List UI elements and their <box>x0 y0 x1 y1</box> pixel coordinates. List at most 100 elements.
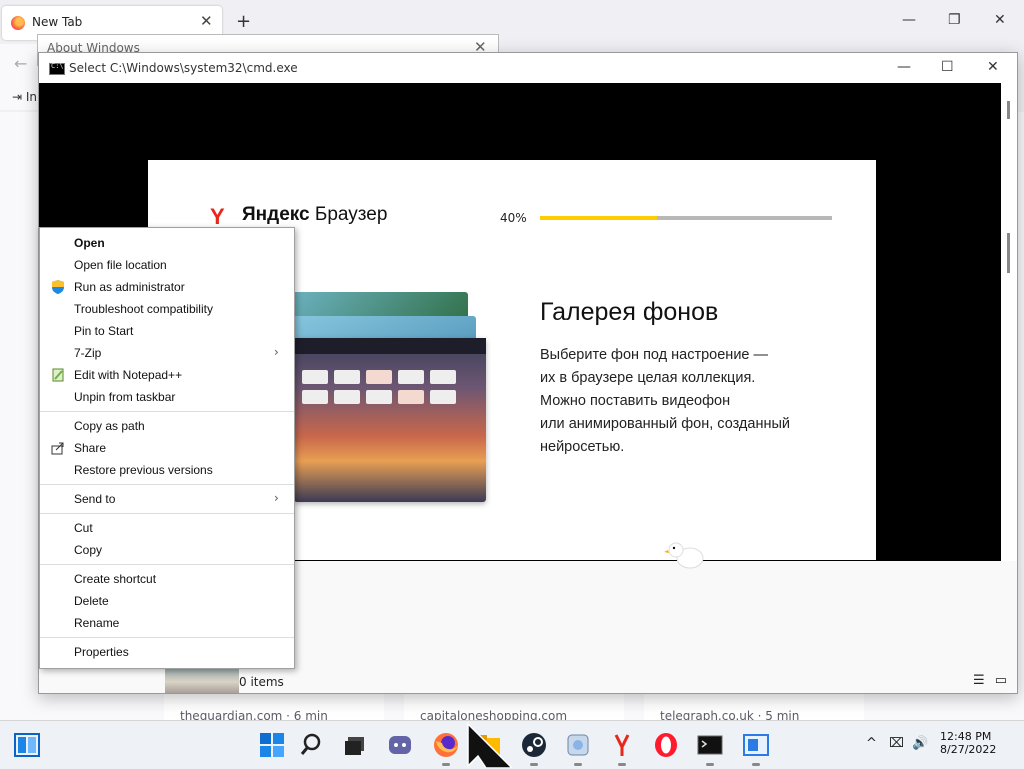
clock-date: 8/27/2022 <box>940 743 997 756</box>
preview-tile <box>430 370 456 384</box>
widgets-icon[interactable] <box>14 733 40 757</box>
chevron-right-icon: › <box>274 345 279 359</box>
tab-title: New Tab <box>32 15 83 29</box>
running-indicator <box>574 763 582 766</box>
shield-icon <box>52 280 64 294</box>
description-line: нейросетью. <box>540 439 625 455</box>
menu-item-copy-as-path[interactable]: Copy as path <box>40 415 294 437</box>
close-button[interactable]: ✕ <box>994 12 1006 28</box>
import-icon: ⇥ <box>12 90 23 104</box>
preview-toolbar <box>294 338 486 354</box>
scroll-thumb[interactable] <box>1007 101 1010 119</box>
cmd-minimize-button[interactable]: — <box>897 59 911 75</box>
menu-item-7zip[interactable]: 7-Zip › <box>40 342 294 364</box>
menu-item-delete[interactable]: Delete <box>40 590 294 612</box>
running-indicator <box>530 763 538 766</box>
description-line: их в браузере целая коллекция. <box>540 370 756 386</box>
menu-item-properties[interactable]: Properties <box>40 641 294 663</box>
preview-tile <box>398 390 424 404</box>
notepad-icon <box>52 368 64 382</box>
menu-separator <box>40 484 294 485</box>
app-window-icon[interactable] <box>740 729 772 761</box>
new-tab-button[interactable]: + <box>236 11 251 32</box>
running-indicator <box>442 763 450 766</box>
preview-tile <box>430 390 456 404</box>
running-indicator <box>752 763 760 766</box>
yandex-icon[interactable] <box>606 729 638 761</box>
scroll-thumb[interactable] <box>1007 233 1010 273</box>
progress-percent: 40% <box>500 211 527 225</box>
chevron-up-icon[interactable]: ^ <box>866 736 877 751</box>
chat-icon[interactable] <box>384 729 416 761</box>
description-line: или анимированный фон, созданный <box>540 416 790 432</box>
minimize-button[interactable]: — <box>902 12 916 28</box>
menu-item-send-to[interactable]: Send to › <box>40 488 294 510</box>
taskbar: ^ ⌧ 🔊 12:48 PM 8/27/2022 <box>0 720 1024 769</box>
menu-item-troubleshoot[interactable]: Troubleshoot compatibility <box>40 298 294 320</box>
brand-rest: Браузер <box>314 204 388 225</box>
clock[interactable]: 12:48 PM 8/27/2022 <box>940 730 997 756</box>
menu-item-rename[interactable]: Rename <box>40 612 294 634</box>
preview-tile <box>302 370 328 384</box>
context-menu: Open Open file location Run as administr… <box>39 227 295 669</box>
menu-item-notepadpp[interactable]: Edit with Notepad++ <box>40 364 294 386</box>
menu-item-restore-versions[interactable]: Restore previous versions <box>40 459 294 481</box>
preview-tile <box>302 390 328 404</box>
cmd-icon[interactable] <box>694 729 726 761</box>
progress-fill <box>540 216 657 220</box>
firefox-favicon-icon <box>11 16 25 30</box>
task-view-icon[interactable] <box>340 729 372 761</box>
tiles-view-icon[interactable]: ▭ <box>995 673 1007 688</box>
menu-separator <box>40 564 294 565</box>
back-arrow-icon[interactable]: ← <box>14 54 27 73</box>
network-icon[interactable]: ⌧ <box>889 736 904 751</box>
menu-separator <box>40 637 294 638</box>
menu-item-cut[interactable]: Cut <box>40 517 294 539</box>
tab-close-icon[interactable]: ✕ <box>200 12 213 30</box>
menu-item-unpin-taskbar[interactable]: Unpin from taskbar <box>40 386 294 408</box>
maximize-button[interactable]: ❐ <box>948 12 961 28</box>
menu-item-copy[interactable]: Copy <box>40 539 294 561</box>
menu-item-create-shortcut[interactable]: Create shortcut <box>40 568 294 590</box>
view-buttons: ☰ ▭ <box>973 673 1007 688</box>
page-title: Галерея фонов <box>540 298 719 326</box>
menu-item-run-as-admin[interactable]: Run as administrator <box>40 276 294 298</box>
cmd-close-button[interactable]: ✕ <box>987 59 999 75</box>
volume-icon[interactable]: 🔊 <box>912 736 928 751</box>
menu-separator <box>40 411 294 412</box>
import-button[interactable]: ⇥ In <box>12 90 37 104</box>
menu-item-open[interactable]: Open <box>40 232 294 254</box>
cmd-icon: C:\ <box>49 62 65 75</box>
system-app-icon[interactable] <box>562 729 594 761</box>
preview-tile <box>366 390 392 404</box>
menu-item-pin-to-start[interactable]: Pin to Start <box>40 320 294 342</box>
opera-icon[interactable] <box>650 729 682 761</box>
running-indicator <box>618 763 626 766</box>
preview-tile <box>334 390 360 404</box>
preview-tile <box>366 370 392 384</box>
start-icon[interactable] <box>256 729 288 761</box>
description-line: Можно поставить видеофон <box>540 393 731 409</box>
brand-bold: Яндекс <box>242 204 310 225</box>
gallery-preview-front <box>294 338 486 502</box>
search-icon[interactable] <box>298 729 330 761</box>
preview-tile <box>334 370 360 384</box>
steam-icon[interactable] <box>518 729 550 761</box>
firefox-icon[interactable] <box>430 729 462 761</box>
preview-tile <box>398 370 424 384</box>
details-view-icon[interactable]: ☰ <box>973 673 985 688</box>
progress-bar <box>540 216 832 220</box>
thumbnail-image <box>165 665 239 693</box>
running-indicator <box>706 763 714 766</box>
share-icon <box>51 442 64 455</box>
mouse-cursor-icon <box>467 722 512 768</box>
menu-item-open-file-location[interactable]: Open file location <box>40 254 294 276</box>
clock-time: 12:48 PM <box>940 730 992 743</box>
description: Выберите фон под настроение — их в брауз… <box>540 344 840 459</box>
menu-item-share[interactable]: Share <box>40 437 294 459</box>
cmd-maximize-button[interactable]: ☐ <box>941 59 954 75</box>
chevron-right-icon: › <box>274 491 279 505</box>
cmd-scrollbar[interactable] <box>1001 83 1017 561</box>
cmd-title-bar[interactable]: C:\ Select C:\Windows\system32\cmd.exe —… <box>39 53 1017 83</box>
status-text: 0 items <box>239 675 284 689</box>
